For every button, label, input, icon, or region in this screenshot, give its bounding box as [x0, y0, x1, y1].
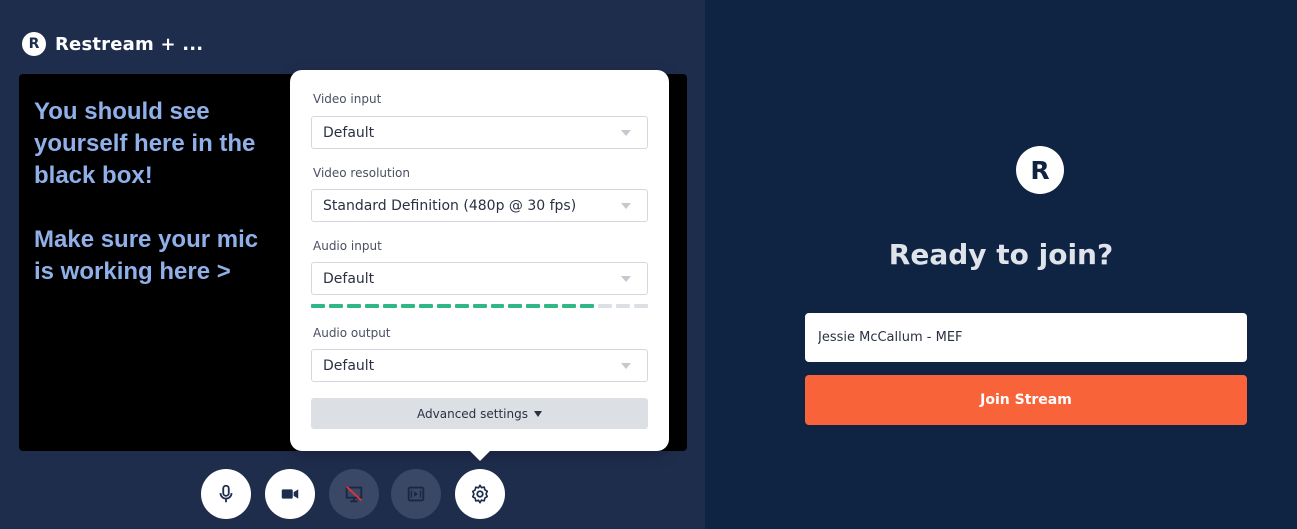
media-icon [407, 486, 425, 502]
audio-level-segment [364, 304, 379, 308]
audio-level-segment [526, 304, 541, 308]
settings-popover: Video input Default Video resolution Sta… [290, 70, 669, 451]
ready-heading: Ready to join? [888, 238, 1114, 271]
video-input-select[interactable]: Default [311, 116, 648, 149]
camera-button[interactable] [265, 469, 315, 519]
video-resolution-select[interactable]: Standard Definition (480p @ 30 fps) [311, 189, 648, 222]
instruction-line-1: You should see yourself here in the blac… [34, 98, 256, 189]
audio-level-segment [346, 304, 361, 308]
chevron-down-icon [621, 130, 631, 136]
audio-level-segment [454, 304, 469, 308]
audio-input-label: Audio input [313, 239, 382, 253]
audio-input-select[interactable]: Default [311, 262, 648, 295]
audio-output-select[interactable]: Default [311, 349, 648, 382]
chevron-down-icon [621, 276, 631, 282]
audio-level-meter [311, 304, 649, 308]
audio-level-segment [580, 304, 595, 308]
audio-level-segment [544, 304, 559, 308]
gear-icon [471, 484, 489, 504]
name-input[interactable] [805, 313, 1247, 362]
advanced-settings-button[interactable]: Advanced settings [311, 398, 648, 429]
audio-level-segment [508, 304, 523, 308]
app-header: R Restream + ... [22, 30, 203, 58]
audio-level-segment [328, 304, 343, 308]
audio-level-segment [490, 304, 505, 308]
audio-level-segment [598, 304, 613, 308]
microphone-button[interactable] [201, 469, 251, 519]
video-input-value: Default [323, 124, 375, 141]
microphone-icon [219, 484, 233, 503]
audio-output-label: Audio output [313, 326, 391, 340]
advanced-settings-label: Advanced settings [417, 406, 528, 421]
restream-logo-icon: R [1016, 146, 1064, 194]
audio-level-segment [382, 304, 397, 308]
media-button[interactable] [391, 469, 441, 519]
audio-level-segment [400, 304, 415, 308]
audio-level-segment [616, 304, 631, 308]
audio-level-segment [472, 304, 487, 308]
audio-level-segment [436, 304, 451, 308]
audio-level-segment [562, 304, 577, 308]
app-title: Restream + ... [55, 33, 204, 55]
join-stream-button[interactable]: Join Stream [805, 375, 1247, 425]
screen-share-button[interactable] [329, 469, 379, 519]
video-resolution-value: Standard Definition (480p @ 30 fps) [323, 197, 577, 214]
audio-input-value: Default [323, 270, 375, 287]
caret-down-icon [533, 410, 542, 417]
audio-level-segment [634, 304, 649, 308]
audio-output-value: Default [323, 357, 375, 374]
chevron-down-icon [621, 203, 631, 209]
video-input-label: Video input [313, 92, 382, 106]
restream-logo-icon: R [22, 32, 46, 56]
screen-share-off-icon [345, 485, 363, 503]
popover-pointer [469, 450, 491, 461]
chevron-down-icon [621, 363, 631, 369]
video-resolution-label: Video resolution [313, 166, 411, 180]
camera-icon [281, 489, 299, 499]
settings-button[interactable] [455, 469, 505, 519]
audio-level-segment [311, 304, 325, 308]
audio-level-segment [418, 304, 433, 308]
instruction-text: You should see yourself here in the blac… [34, 96, 274, 320]
instruction-line-2: Make sure your mic is working here > [34, 226, 259, 285]
